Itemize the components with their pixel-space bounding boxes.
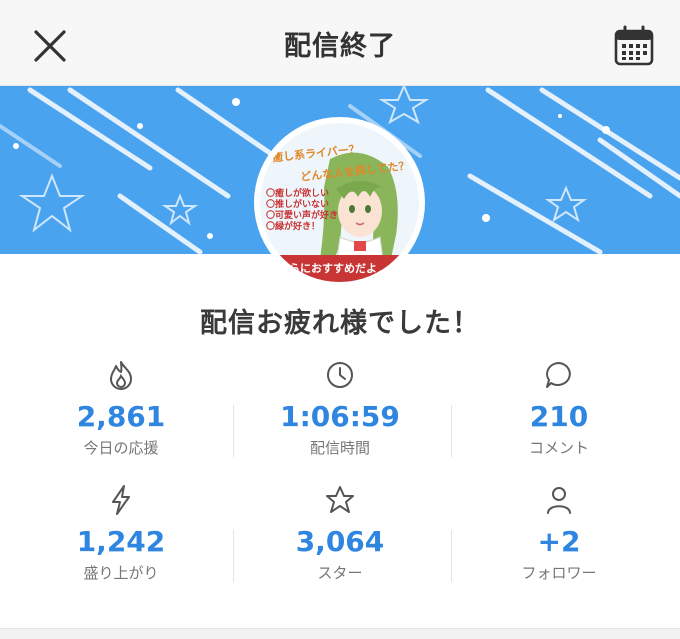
page-title: 配信終了	[284, 31, 396, 62]
thumbnail-list-item: 〇可愛い声が好き	[266, 211, 339, 221]
thumbnail-list: 〇癒しが欲しい 〇推しがいない 〇可愛い声が好き 〇緑が好き！	[266, 189, 338, 233]
stat-value: 2,861	[76, 400, 166, 433]
thumbnail-footer: ならにおすすめだよ	[278, 262, 377, 275]
stat-value: 1,242	[76, 525, 166, 558]
stat-excitement: 1,242 盛り上がり	[8, 483, 234, 583]
stat-duration: 1:06:59 配信時間	[227, 358, 453, 458]
stat-stars: 3,064 スター	[227, 483, 453, 583]
thumbnail-list-item: 〇癒しが欲しい	[266, 189, 330, 199]
stat-value: 1:06:59	[280, 400, 400, 433]
thumbnail-image: 癒し系ライバー？ どんな人を探してた？ 〇癒しが欲しい 〇推しがいない 〇可愛い…	[260, 123, 419, 282]
calendar-icon[interactable]	[612, 24, 656, 68]
divider	[451, 530, 452, 582]
stat-followers: +2 フォロワー	[446, 483, 672, 583]
stat-value: 3,064	[295, 525, 385, 558]
stat-value: +2	[537, 525, 581, 558]
clock-icon	[327, 362, 353, 388]
thumbnail-list-item: 〇緑が好き！	[266, 222, 321, 232]
person-icon	[547, 487, 571, 514]
stat-label: スター	[317, 564, 363, 582]
divider	[233, 530, 234, 582]
lightning-icon	[112, 485, 130, 515]
divider	[233, 405, 234, 457]
flame-icon	[110, 361, 132, 390]
divider	[451, 405, 452, 457]
star-icon	[326, 486, 354, 513]
stat-comments: 210 コメント	[446, 358, 672, 458]
bottom-divider	[0, 628, 680, 639]
stat-value: 210	[529, 400, 589, 433]
stat-label: 配信時間	[309, 439, 370, 457]
greeting-text: 配信お疲れ様でした！	[200, 308, 480, 339]
thumbnail-list-item: 〇推しがいない	[266, 200, 330, 210]
comment-icon	[546, 362, 571, 388]
stat-label: 今日の応援	[83, 439, 159, 457]
stream-thumbnail[interactable]: 癒し系ライバー？ どんな人を探してた？ 〇癒しが欲しい 〇推しがいない 〇可愛い…	[254, 117, 425, 288]
header-bar: 配信終了	[0, 0, 680, 86]
stat-support: 2,861 今日の応援	[8, 358, 234, 458]
stat-label: コメント	[528, 439, 589, 457]
stat-label: 盛り上がり	[83, 564, 159, 582]
stat-label: フォロワー	[521, 564, 597, 582]
